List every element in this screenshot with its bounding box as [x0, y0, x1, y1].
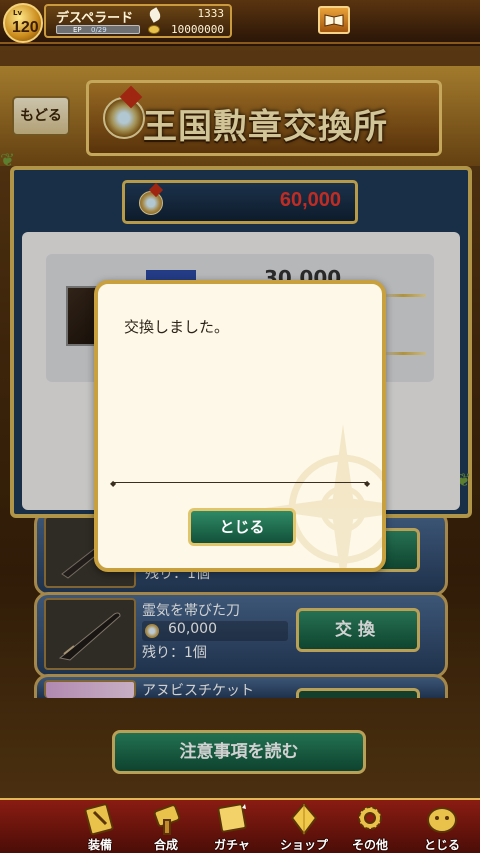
nav-label: 装備 [87, 838, 112, 852]
leaf-count: 1333 [197, 7, 225, 20]
gacha-icon [217, 803, 247, 833]
nav-label: 合成 [153, 838, 178, 852]
nav-close[interactable]: とじる [410, 802, 474, 852]
nav-label: とじる [423, 838, 460, 852]
nav-shop[interactable]: ショップ [272, 802, 336, 852]
menu-book-button[interactable] [318, 6, 350, 34]
nav-gacha[interactable]: ガチャ [200, 802, 264, 852]
shop-icon [290, 802, 318, 836]
level-value: 120 [12, 19, 39, 36]
gear-icon [358, 806, 382, 830]
leaf-icon [147, 7, 163, 23]
player-name: デスペラード [56, 11, 134, 26]
bottom-nav: 装備 合成 ガチャ ショップ その他 とじる [0, 798, 480, 853]
equipment-icon [84, 803, 114, 836]
ep-label: EP [73, 26, 82, 34]
status-bar: Lv 120 デスペラード EP 0/29 1333 10000000 [0, 0, 480, 44]
ep-bar: EP 0/29 [56, 25, 140, 34]
divider-end-icon: ◆ [110, 479, 117, 488]
dialog-message: 交換しました。 [124, 318, 230, 336]
coin-count: 10000000 [171, 23, 224, 36]
ep-value: 0/29 [91, 26, 107, 34]
compass-wheel-icon [258, 424, 382, 568]
level-badge: Lv 120 [3, 3, 43, 43]
exchange-complete-dialog: 交換しました。 ◆ ◆ とじる [94, 280, 386, 572]
nav-label: ガチャ [214, 838, 250, 852]
nav-synthesis[interactable]: 合成 [134, 802, 198, 852]
close-icon [427, 807, 457, 833]
player-panel: デスペラード EP 0/29 1333 10000000 [44, 4, 232, 38]
nav-other[interactable]: その他 [338, 802, 402, 852]
level-tag: Lv [13, 9, 23, 17]
synthesis-icon [153, 804, 181, 835]
nav-label: その他 [351, 838, 388, 852]
nav-equipment[interactable]: 装備 [68, 802, 132, 852]
divider-end-icon: ◆ [364, 479, 371, 488]
nav-label: ショップ [279, 838, 328, 852]
dialog-close-button[interactable]: とじる [188, 508, 296, 546]
coin-icon [148, 25, 160, 34]
divider [114, 482, 366, 483]
book-icon [324, 14, 344, 27]
